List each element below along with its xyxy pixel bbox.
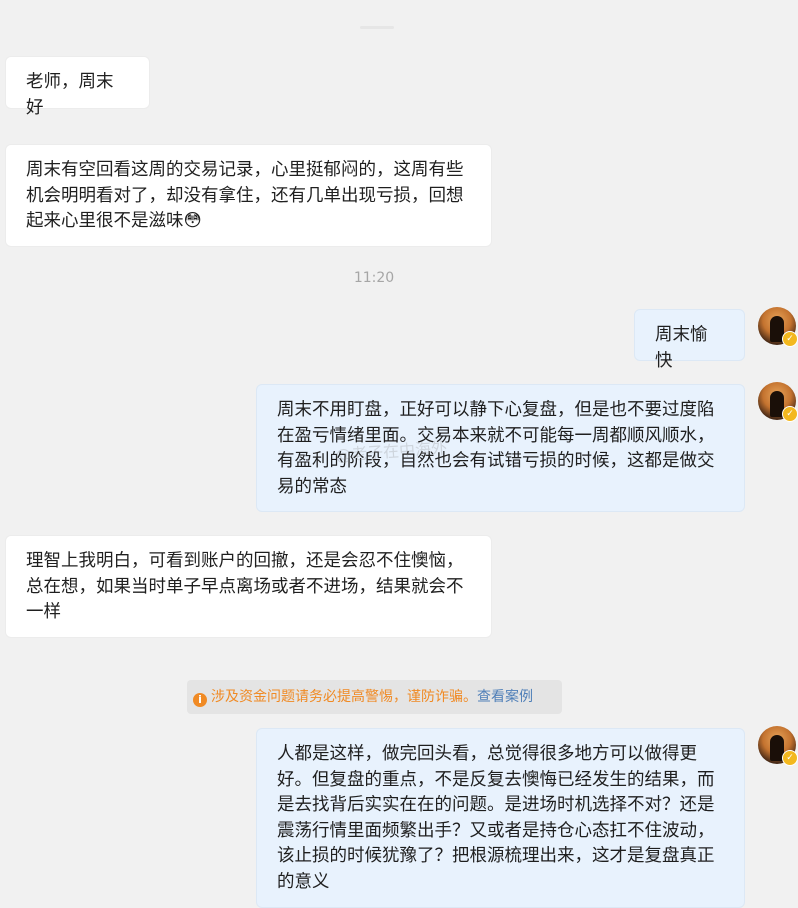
user-avatar[interactable]: ✓ [758, 726, 798, 766]
message-bubble-received[interactable]: 老师，周末好 [5, 56, 150, 118]
message-text: 周末愉快 [655, 325, 708, 371]
message-bubble-received[interactable]: 理智上我明白，可看到账户的回撤，还是会忍不住懊恼，总在想，如果当时单子早点离场或… [5, 535, 492, 638]
verified-badge-icon: ✓ [782, 750, 798, 766]
top-divider [360, 26, 394, 29]
message-bubble-received[interactable]: 周末有空回看这周的交易记录，心里挺郁闷的，这周有些机会明明看对了，却没有拿住，还… [5, 144, 492, 247]
timestamp: 11:20 [353, 270, 395, 286]
message-bubble-sent[interactable]: 周末愉快 [634, 309, 745, 371]
message-text: 理智上我明白，可看到账户的回撤，还是会忍不住懊恼，总在想，如果当时单子早点离场或… [26, 551, 464, 622]
message-text: 人都是这样，做完回头看，总觉得很多地方可以做得更好。但复盘的重点，不是反复去懊悔… [277, 744, 715, 892]
verified-badge-icon: ✓ [782, 331, 798, 347]
notice-text: 涉及资金问题请务必提高警惕，谨防诈骗。 [211, 689, 477, 705]
verified-badge-icon: ✓ [782, 406, 798, 422]
user-avatar[interactable]: ✓ [758, 307, 798, 347]
view-cases-link[interactable]: 查看案例 [477, 689, 533, 705]
message-text: 周末有空回看这周的交易记录，心里挺郁闷的，这周有些机会明明看对了，却没有拿住，还… [26, 160, 464, 231]
info-icon: i [193, 693, 207, 707]
message-text: 老师，周末好 [26, 72, 114, 118]
message-text: 周末不用盯盘，正好可以静下心复盘，但是也不要过度陷在盈亏情绪里面。交易本来就不可… [277, 400, 715, 497]
user-avatar[interactable]: ✓ [758, 382, 798, 422]
message-bubble-sent[interactable]: 周末不用盯盘，正好可以静下心复盘，但是也不要过度陷在盈亏情绪里面。交易本来就不可… [256, 384, 745, 512]
message-bubble-sent[interactable]: 人都是这样，做完回头看，总觉得很多地方可以做得更好。但复盘的重点，不是反复去懊悔… [256, 728, 745, 908]
fraud-warning-notice: i 涉及资金问题请务必提高警惕，谨防诈骗。查看案例 [187, 680, 562, 714]
